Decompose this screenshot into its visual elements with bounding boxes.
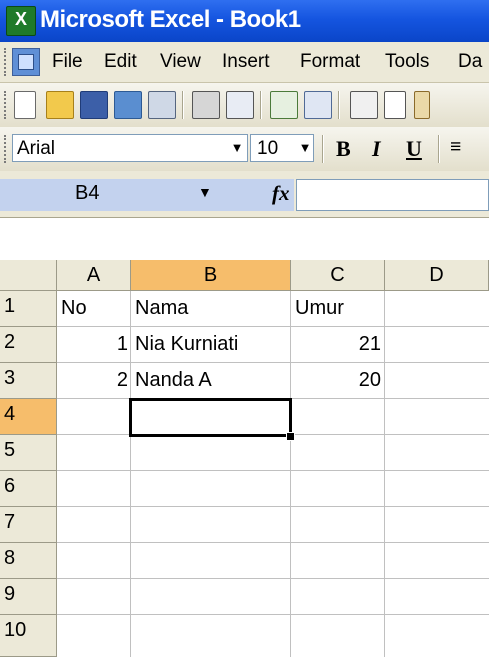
menu-format[interactable]: Format bbox=[300, 51, 360, 73]
toolbar-separator bbox=[338, 91, 340, 119]
title-bar: Microsoft Excel - Book1 bbox=[0, 0, 489, 42]
toolbar-grip[interactable] bbox=[4, 135, 9, 163]
chevron-down-icon[interactable]: ▼ bbox=[228, 135, 246, 161]
cell-c3[interactable]: 20 bbox=[293, 365, 381, 396]
menu-view[interactable]: View bbox=[160, 51, 201, 73]
menu-bar: File Edit View Insert Format Tools Da bbox=[0, 42, 489, 83]
cut-icon[interactable] bbox=[350, 91, 378, 119]
new-icon[interactable] bbox=[14, 91, 36, 119]
row-header-4[interactable]: 4 bbox=[0, 399, 57, 435]
column-header-d[interactable]: D bbox=[385, 260, 489, 291]
row-header-1[interactable]: 1 bbox=[0, 291, 57, 327]
row-header-3[interactable]: 3 bbox=[0, 363, 57, 399]
toolbar-separator bbox=[182, 91, 184, 119]
research-icon[interactable] bbox=[304, 91, 332, 119]
name-box[interactable]: B4 ▼ fx bbox=[0, 179, 294, 211]
toolbar-separator bbox=[322, 135, 324, 163]
cell-a2[interactable]: 1 bbox=[59, 329, 128, 360]
standard-toolbar bbox=[0, 83, 489, 128]
window-title: Microsoft Excel - Book1 bbox=[40, 6, 301, 33]
menubar-grip[interactable] bbox=[4, 48, 9, 76]
gridline bbox=[57, 362, 489, 363]
gridline bbox=[384, 291, 385, 657]
cell-b1[interactable]: Nama bbox=[135, 293, 289, 324]
spelling-icon[interactable] bbox=[270, 91, 298, 119]
row-header-10[interactable]: 10 bbox=[0, 615, 57, 657]
column-header-c[interactable]: C bbox=[291, 260, 385, 291]
select-all-corner[interactable] bbox=[0, 260, 57, 291]
menu-edit[interactable]: Edit bbox=[104, 51, 137, 73]
cell-a1[interactable]: No bbox=[61, 293, 129, 324]
workbook-icon[interactable] bbox=[12, 48, 40, 76]
open-icon[interactable] bbox=[46, 91, 74, 119]
formula-bar: B4 ▼ fx bbox=[0, 171, 489, 218]
row-header-7[interactable]: 7 bbox=[0, 507, 57, 543]
selected-cell-b4[interactable] bbox=[129, 398, 292, 437]
gridline bbox=[57, 614, 489, 615]
chevron-down-icon[interactable]: ▼ bbox=[296, 135, 314, 161]
copy-icon[interactable] bbox=[384, 91, 406, 119]
print-icon[interactable] bbox=[192, 91, 220, 119]
gridline bbox=[290, 291, 291, 657]
fx-icon[interactable]: fx bbox=[272, 181, 290, 206]
gridline bbox=[57, 470, 489, 471]
save-icon[interactable] bbox=[80, 91, 108, 119]
underline-button[interactable]: U bbox=[406, 136, 422, 162]
name-box-value: B4 bbox=[75, 182, 100, 204]
row-header-6[interactable]: 6 bbox=[0, 471, 57, 507]
menu-data[interactable]: Da bbox=[458, 51, 482, 73]
gridline bbox=[130, 291, 131, 657]
row-header-5[interactable]: 5 bbox=[0, 435, 57, 471]
email-icon[interactable] bbox=[148, 91, 176, 119]
cell-a3[interactable]: 2 bbox=[59, 365, 128, 396]
gridline bbox=[57, 506, 489, 507]
cell-b2[interactable]: Nia Kurniati bbox=[135, 329, 289, 360]
gridline bbox=[57, 542, 489, 543]
formatting-toolbar: Arial ▼ 10 ▼ B I U ≡ bbox=[0, 127, 489, 172]
print-preview-icon[interactable] bbox=[226, 91, 254, 119]
permission-icon[interactable] bbox=[114, 91, 142, 119]
toolbar-grip[interactable] bbox=[4, 91, 9, 119]
bold-button[interactable]: B bbox=[336, 136, 351, 162]
row-header-9[interactable]: 9 bbox=[0, 579, 57, 615]
formula-input[interactable] bbox=[296, 179, 489, 211]
cell-c1[interactable]: Umur bbox=[295, 293, 383, 324]
menu-tools[interactable]: Tools bbox=[385, 51, 429, 73]
toolbar-separator bbox=[260, 91, 262, 119]
align-left-icon[interactable]: ≡ bbox=[450, 136, 461, 159]
font-name-select[interactable]: Arial bbox=[12, 134, 248, 162]
excel-app-icon[interactable] bbox=[6, 6, 36, 36]
fill-handle[interactable] bbox=[286, 432, 295, 441]
gridline bbox=[57, 578, 489, 579]
paste-icon[interactable] bbox=[414, 91, 430, 119]
gridline bbox=[57, 326, 489, 327]
column-header-a[interactable]: A bbox=[57, 260, 131, 291]
row-header-2[interactable]: 2 bbox=[0, 327, 57, 363]
row-header-8[interactable]: 8 bbox=[0, 543, 57, 579]
cell-c2[interactable]: 21 bbox=[293, 329, 381, 360]
cell-b3[interactable]: Nanda A bbox=[135, 365, 289, 396]
menu-insert[interactable]: Insert bbox=[222, 51, 270, 73]
menu-file[interactable]: File bbox=[52, 51, 83, 73]
toolbar-separator bbox=[438, 135, 440, 163]
italic-button[interactable]: I bbox=[372, 136, 381, 162]
chevron-down-icon[interactable]: ▼ bbox=[198, 184, 212, 200]
column-header-b[interactable]: B bbox=[131, 260, 291, 291]
